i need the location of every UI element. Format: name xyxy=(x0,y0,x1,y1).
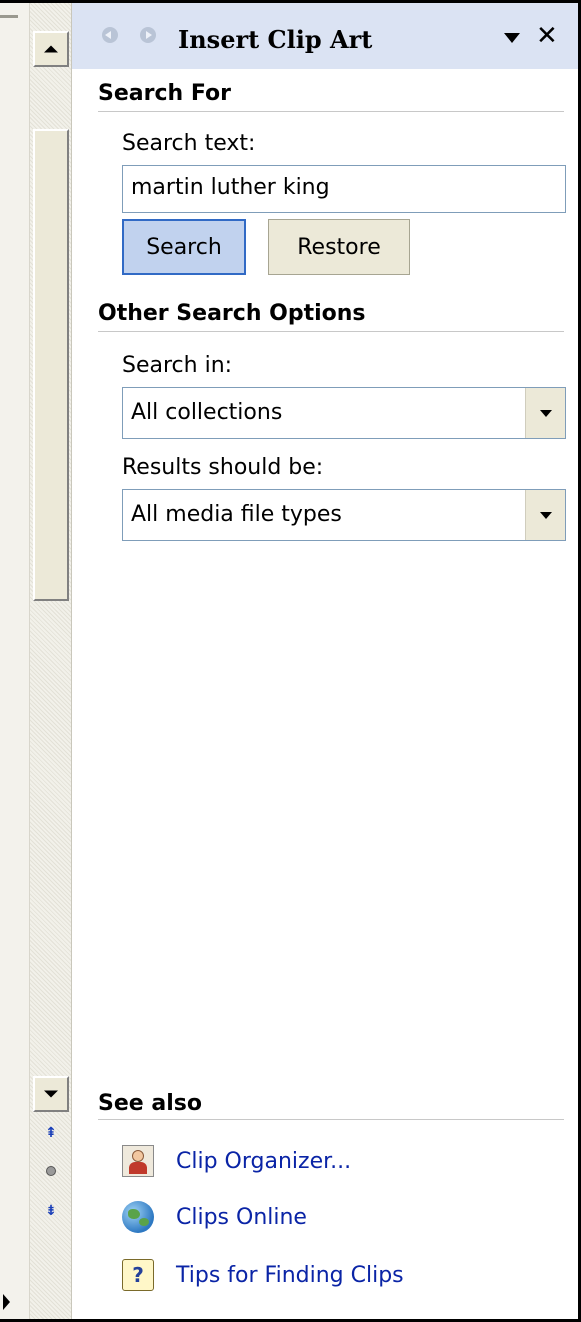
search-button[interactable]: Search xyxy=(122,219,246,275)
pane-title: Insert Clip Art xyxy=(178,25,373,54)
other-search-options-heading: Other Search Options xyxy=(98,301,366,326)
vertical-scrollbar[interactable]: ⇞ ⇟ xyxy=(30,3,72,1319)
results-label: Results should be: xyxy=(122,455,324,480)
clips-online-link[interactable]: Clips Online xyxy=(122,1197,307,1237)
search-in-value: All collections xyxy=(131,400,283,425)
double-down-arrow-icon: ⇟ xyxy=(45,1203,57,1219)
ruler-tick xyxy=(0,15,18,18)
results-value: All media file types xyxy=(131,502,342,527)
browse-object-icon xyxy=(46,1166,56,1176)
task-pane-titlebar: Insert Clip Art ✕ xyxy=(72,3,578,69)
search-in-label: Search in: xyxy=(122,353,233,378)
link-label[interactable]: Clip Organizer... xyxy=(176,1149,351,1174)
forward-button[interactable] xyxy=(138,25,158,45)
tips-link[interactable]: ? Tips for Finding Clips xyxy=(122,1255,404,1295)
search-in-dropdown[interactable]: All collections xyxy=(122,387,566,439)
chevron-down-icon xyxy=(539,409,552,417)
clip-organizer-icon xyxy=(122,1145,154,1177)
search-text-label: Search text: xyxy=(122,131,256,156)
divider xyxy=(98,331,564,332)
dropdown-button[interactable] xyxy=(525,388,565,438)
previous-page-button[interactable]: ⇞ xyxy=(33,1115,69,1151)
scrollbar-thumb[interactable] xyxy=(33,129,69,601)
search-for-heading: Search For xyxy=(98,81,231,106)
help-icon: ? xyxy=(122,1259,154,1291)
back-button[interactable] xyxy=(100,25,120,45)
forward-arrow-icon xyxy=(140,27,156,43)
globe-icon xyxy=(122,1201,154,1233)
divider xyxy=(98,1119,564,1120)
search-input[interactable]: martin luther king xyxy=(122,165,566,213)
arrow-up-icon xyxy=(44,45,58,53)
next-page-button[interactable]: ⇟ xyxy=(33,1193,69,1229)
link-label[interactable]: Tips for Finding Clips xyxy=(176,1263,404,1288)
document-edge xyxy=(0,3,30,1319)
scroll-down-button[interactable] xyxy=(33,1076,69,1112)
arrow-down-icon xyxy=(44,1090,58,1098)
link-label[interactable]: Clips Online xyxy=(176,1205,307,1230)
divider xyxy=(98,111,564,112)
clip-organizer-link[interactable]: Clip Organizer... xyxy=(122,1141,351,1181)
scroll-up-button[interactable] xyxy=(33,31,69,67)
task-pane: Insert Clip Art ✕ Search For Search text… xyxy=(72,3,578,1319)
caret-right-icon xyxy=(3,1294,10,1310)
back-arrow-icon xyxy=(102,27,118,43)
dropdown-button[interactable] xyxy=(525,490,565,540)
chevron-down-icon[interactable] xyxy=(504,33,520,43)
chevron-down-icon xyxy=(539,511,552,519)
close-icon[interactable]: ✕ xyxy=(536,23,558,49)
restore-button[interactable]: Restore xyxy=(268,219,410,275)
double-up-arrow-icon: ⇞ xyxy=(45,1125,57,1141)
results-dropdown[interactable]: All media file types xyxy=(122,489,566,541)
see-also-heading: See also xyxy=(98,1091,202,1116)
select-browse-object-button[interactable] xyxy=(33,1153,69,1189)
